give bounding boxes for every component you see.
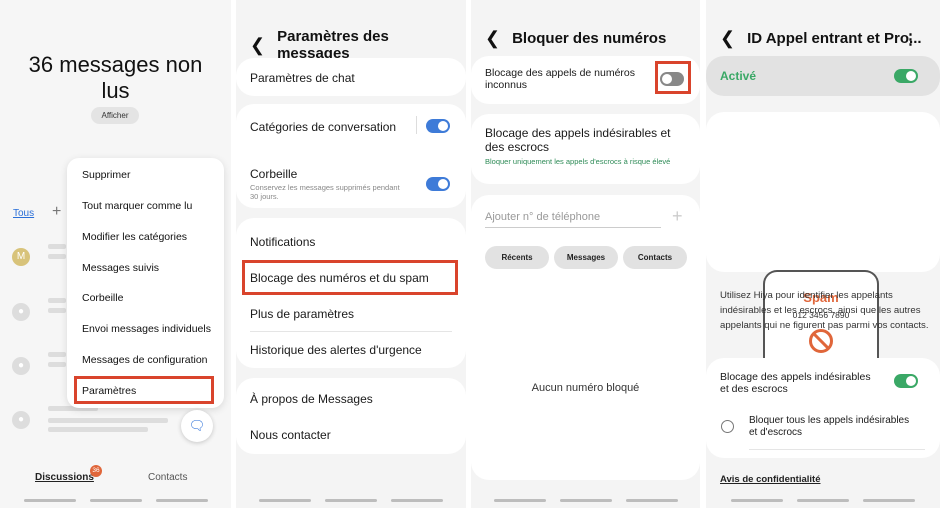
active-toggle[interactable] bbox=[894, 69, 918, 83]
messages-home-panel: 36 messages non lus Afficher Tous + M ● … bbox=[0, 0, 231, 508]
contact-us-item[interactable]: Nous contacter bbox=[250, 428, 452, 442]
trash-subtitle: Conservez les messages supprimés pendant… bbox=[250, 183, 400, 201]
menu-item-mark-all-read[interactable]: Tout marquer comme lu bbox=[82, 200, 192, 212]
block-all-radio[interactable] bbox=[721, 420, 734, 433]
phone-number-input[interactable]: Ajouter n° de téléphone bbox=[485, 211, 661, 228]
block-spam-subtitle: Bloquer uniquement les appels d'escrocs … bbox=[485, 157, 671, 166]
divider bbox=[416, 116, 417, 134]
block-numbers-panel: ❮ Bloquer des numéros Blocage des appels… bbox=[471, 0, 700, 508]
block-spam-label: Blocage des appels indésirables et des e… bbox=[485, 126, 671, 154]
notifications-item[interactable]: Notifications bbox=[250, 235, 452, 249]
menu-item-edit-categories[interactable]: Modifier les catégories bbox=[82, 231, 187, 243]
avatar-placeholder-icon: ● bbox=[12, 357, 30, 375]
block-header: ❮ Bloquer des numéros bbox=[485, 28, 690, 49]
unread-badge: 36 bbox=[90, 465, 102, 477]
caller-id-header: ❮ ID Appel entrant et Pro... ⋮ bbox=[720, 28, 930, 49]
block-unknown-item[interactable]: Blocage des appels de numéros inconnus bbox=[485, 67, 644, 91]
avatar: M bbox=[12, 248, 30, 266]
block-spam-item[interactable]: Blocage des appels indésirables et des e… bbox=[485, 126, 686, 166]
divider bbox=[250, 331, 452, 332]
divider bbox=[749, 449, 925, 450]
chevron-left-icon[interactable]: ❮ bbox=[250, 35, 265, 56]
avatar-placeholder-icon: ● bbox=[12, 411, 30, 429]
contacts-button[interactable]: Contacts bbox=[623, 246, 687, 269]
menu-item-followed-messages[interactable]: Messages suivis bbox=[82, 262, 159, 274]
page-title: ID Appel entrant et Pro... bbox=[747, 30, 922, 47]
gesture-bar bbox=[471, 499, 700, 502]
trash-label: Corbeille bbox=[250, 167, 298, 181]
block-all-item[interactable]: Bloquer tous les appels indésirables et … bbox=[749, 415, 910, 439]
about-item[interactable]: À propos de Messages bbox=[250, 392, 452, 406]
card-chat: Paramètres de chat bbox=[236, 58, 466, 96]
filter-all-tab[interactable]: Tous bbox=[13, 208, 34, 219]
messages-button[interactable]: Messages bbox=[554, 246, 618, 269]
unread-count-title: 36 messages non lus bbox=[28, 52, 203, 103]
privacy-notice-link[interactable]: Avis de confidentialité bbox=[720, 474, 820, 485]
categories-toggle[interactable] bbox=[426, 119, 450, 133]
menu-item-config-messages[interactable]: Messages de configuration bbox=[82, 354, 208, 366]
card-about: À propos de Messages Nous contacter bbox=[236, 378, 466, 454]
conversation-preview bbox=[48, 418, 168, 423]
card-spam: Blocage des appels indésirables et des e… bbox=[471, 114, 700, 184]
menu-item-trash[interactable]: Corbeille bbox=[82, 292, 123, 304]
recents-button[interactable]: Récents bbox=[485, 246, 549, 269]
unknown-toggle-highlight bbox=[655, 61, 691, 94]
add-category-icon[interactable]: + bbox=[52, 203, 61, 221]
tab-discussions[interactable]: Discussions bbox=[35, 472, 94, 483]
emergency-history-item[interactable]: Historique des alertes d'urgence bbox=[250, 343, 452, 357]
conversation-preview bbox=[48, 244, 66, 249]
gesture-bar bbox=[0, 499, 231, 502]
menu-item-individual-send[interactable]: Envoi messages individuels bbox=[82, 323, 211, 335]
tab-contacts[interactable]: Contacts bbox=[148, 472, 187, 483]
more-settings-item[interactable]: Plus de paramètres bbox=[250, 307, 452, 321]
message-settings-panel: ❮ Paramètres des messages Paramètres de … bbox=[236, 0, 466, 508]
empty-state-text: Aucun numéro bloqué bbox=[531, 382, 640, 394]
card-add: Ajouter n° de téléphone + Récents Messag… bbox=[471, 195, 700, 480]
show-button[interactable]: Afficher bbox=[91, 107, 139, 124]
conversation-preview bbox=[48, 362, 66, 367]
add-number-icon[interactable]: + bbox=[672, 206, 683, 227]
chevron-left-icon[interactable]: ❮ bbox=[720, 28, 735, 49]
conversation-preview bbox=[48, 352, 66, 357]
illustration-card: Spam 012 3456 7890 bbox=[706, 112, 940, 380]
conversation-categories-item[interactable]: Catégories de conversation bbox=[250, 120, 452, 134]
chevron-left-icon[interactable]: ❮ bbox=[485, 28, 500, 49]
block-spam-highlight bbox=[242, 260, 458, 295]
page-title: Bloquer des numéros bbox=[512, 30, 667, 47]
chat-settings-item[interactable]: Paramètres de chat bbox=[250, 71, 452, 85]
conversation-preview bbox=[48, 254, 66, 259]
conversation-preview bbox=[48, 308, 66, 313]
page-title: Paramètres des messages bbox=[277, 28, 389, 62]
spam-options-card: Blocage des appels indésirables et des e… bbox=[706, 358, 940, 458]
trash-item[interactable]: Corbeille Conservez les messages supprim… bbox=[250, 167, 406, 201]
trash-toggle[interactable] bbox=[426, 177, 450, 191]
overflow-menu: Supprimer Tout marquer comme lu Modifier… bbox=[67, 158, 224, 408]
gesture-bar bbox=[706, 499, 940, 502]
hiya-description: Utilisez Hiya pour identifier les appela… bbox=[720, 290, 929, 331]
block-spam-item[interactable]: Blocage des appels indésirables et des e… bbox=[720, 371, 880, 395]
avatar-placeholder-icon: ● bbox=[12, 303, 30, 321]
caller-id-panel: ❮ ID Appel entrant et Pro... ⋮ Activé Sp… bbox=[706, 0, 940, 508]
gesture-bar bbox=[236, 499, 466, 502]
block-spam-toggle[interactable] bbox=[894, 374, 918, 388]
settings-header: ❮ Paramètres des messages bbox=[250, 28, 456, 62]
menu-item-delete[interactable]: Supprimer bbox=[82, 169, 130, 181]
card-general: Catégories de conversation Corbeille Con… bbox=[236, 104, 466, 208]
active-card: Activé bbox=[706, 56, 940, 96]
conversation-preview bbox=[48, 427, 148, 432]
chat-fab-icon[interactable]: 🗨 bbox=[181, 410, 213, 442]
settings-highlight bbox=[74, 376, 214, 404]
conversation-preview bbox=[48, 298, 66, 303]
more-vert-icon[interactable]: ⋮ bbox=[903, 30, 918, 48]
